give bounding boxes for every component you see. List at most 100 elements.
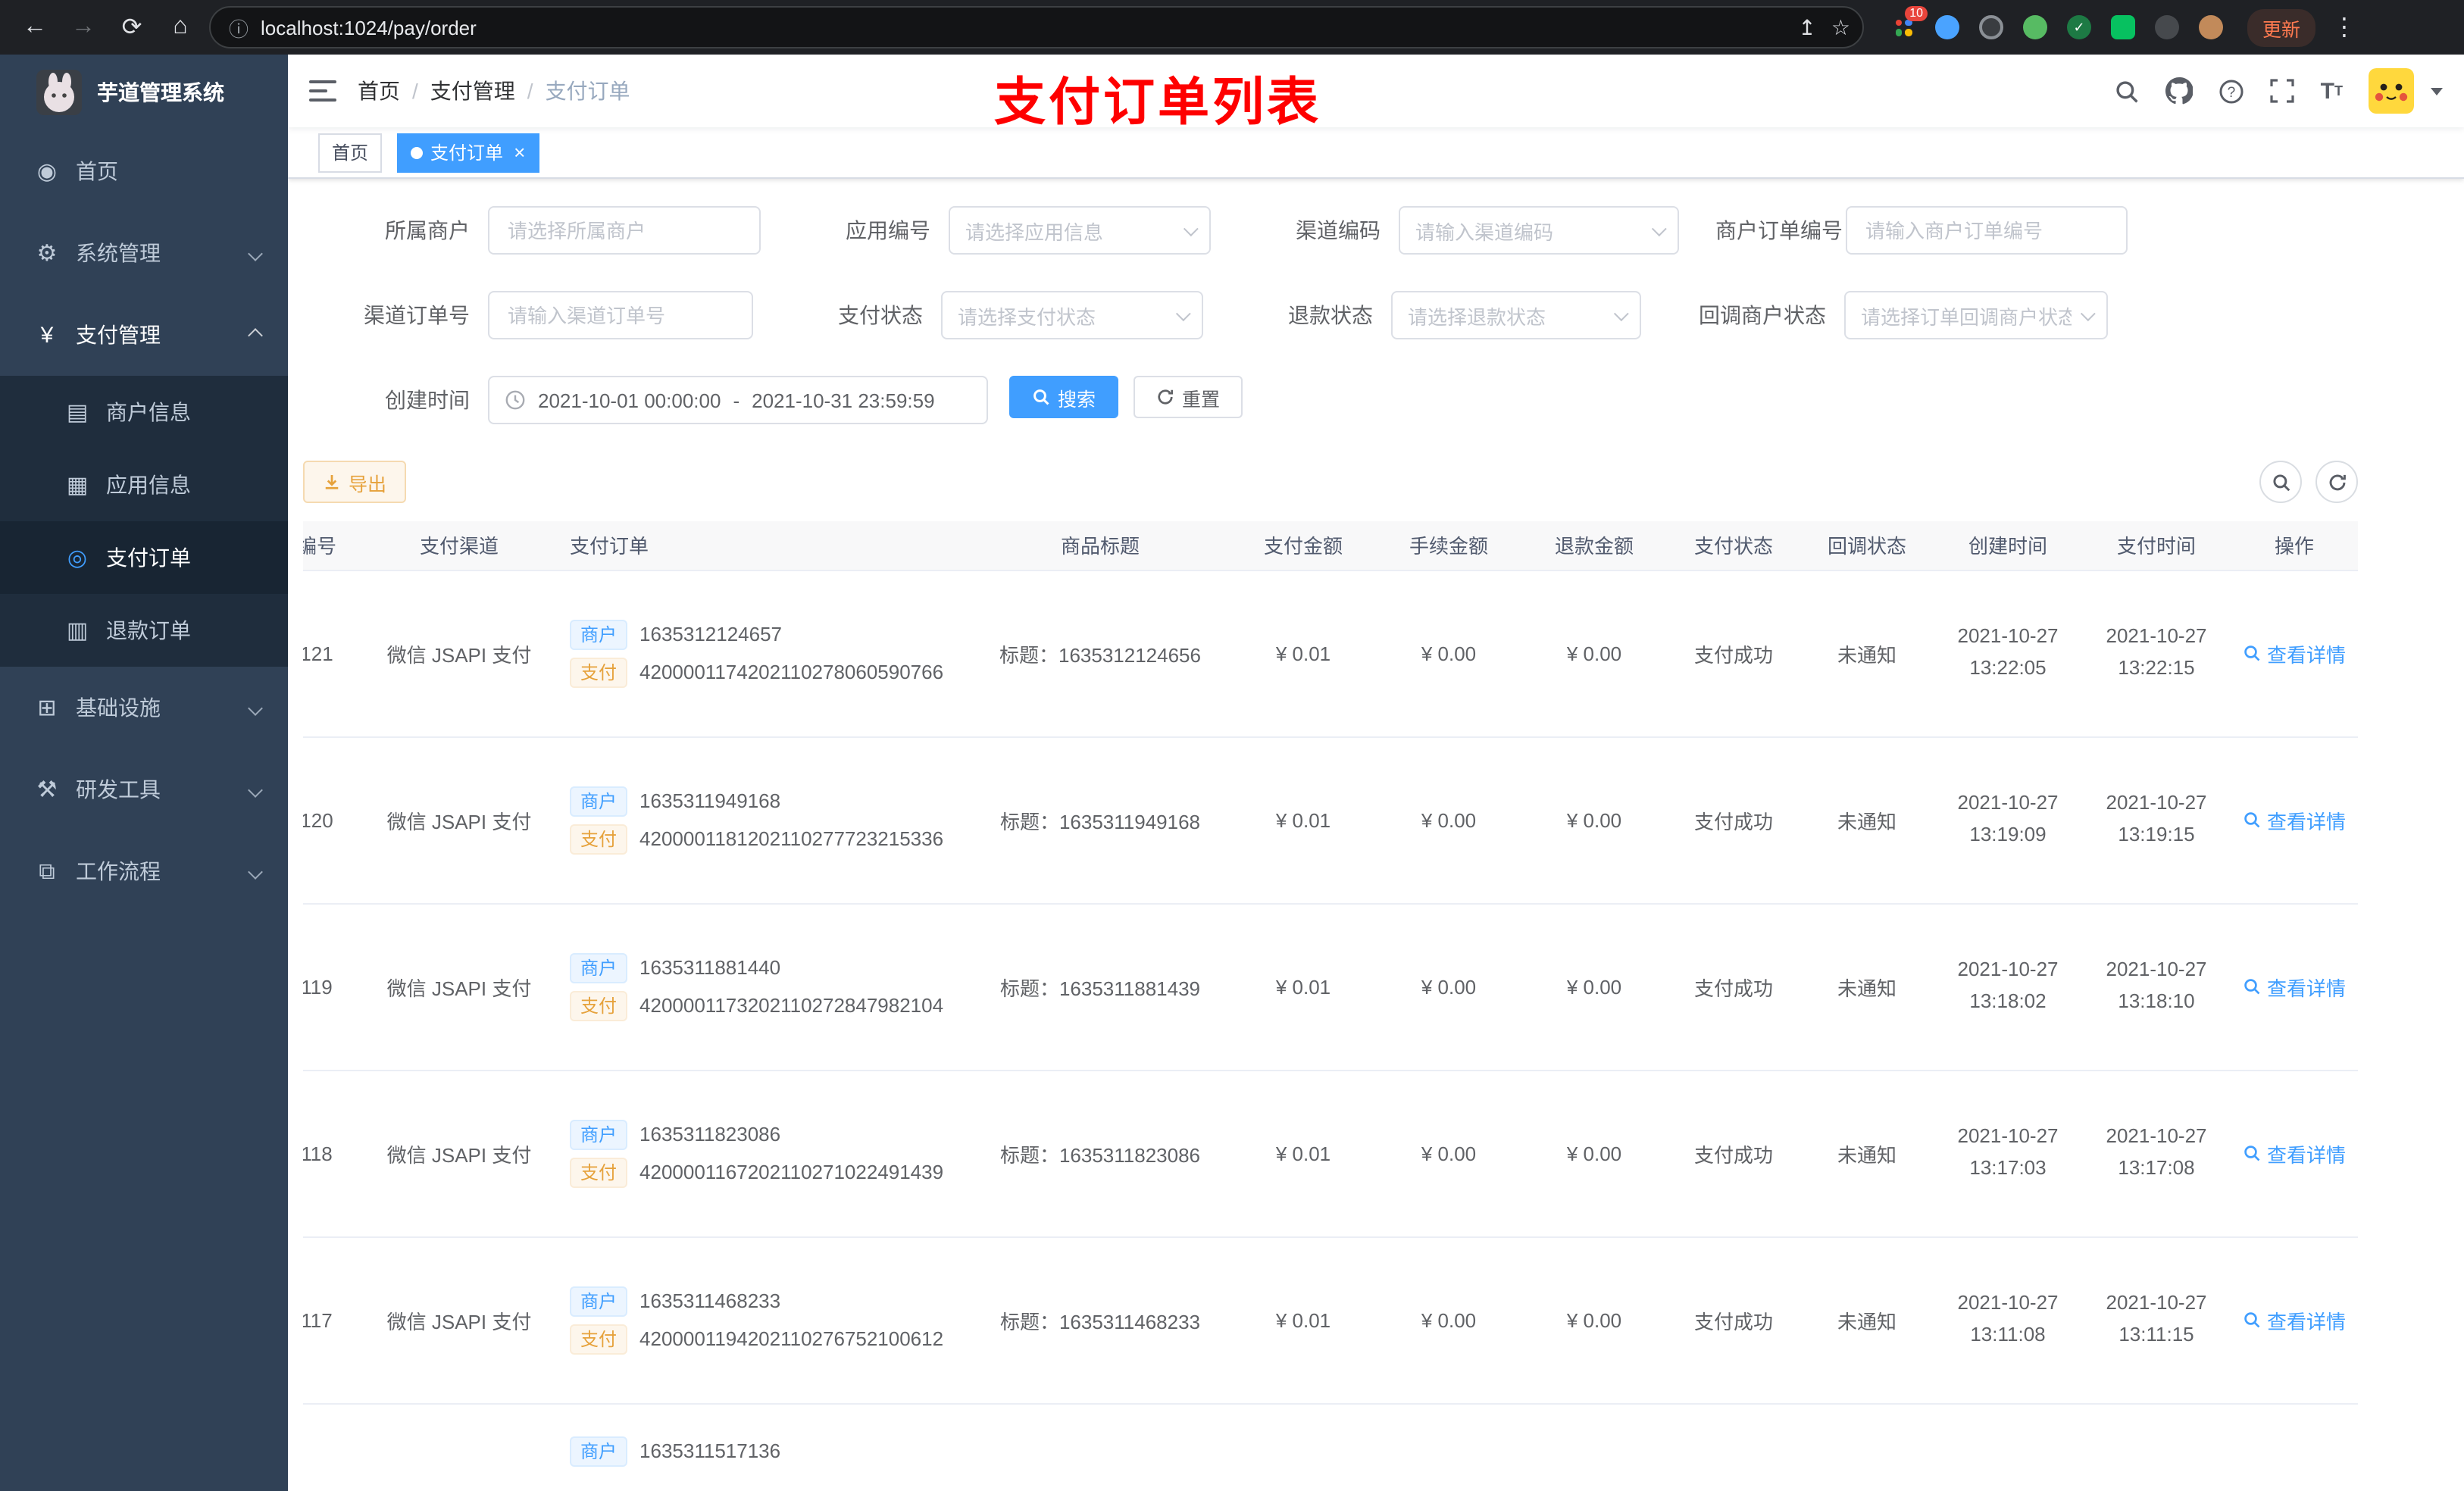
- create-time: 2021-10-27: [1957, 958, 2059, 981]
- tab-close-icon[interactable]: ×: [514, 142, 525, 162]
- sidebar-item-infrastructure[interactable]: ⊞ 基础设施: [0, 667, 288, 749]
- view-detail-link[interactable]: 查看详情: [2243, 805, 2346, 834]
- clock-icon: [505, 390, 525, 410]
- pay-status: 支付成功: [1693, 1310, 1773, 1333]
- sidebar-item-dev-tools[interactable]: ⚒ 研发工具: [0, 749, 288, 830]
- sidebar-item-payment[interactable]: ¥ 支付管理: [0, 294, 288, 376]
- avatar[interactable]: [2369, 68, 2414, 114]
- sidebar-item-home[interactable]: ◉ 首页: [0, 130, 288, 212]
- sidebar-item-pay-order[interactable]: ◎ 支付订单: [0, 521, 288, 594]
- back-icon[interactable]: ←: [15, 8, 55, 47]
- target-icon: ◎: [67, 545, 88, 571]
- create-time: 2021-10-27: [1957, 624, 2059, 648]
- sidebar-toggle-icon[interactable]: [288, 79, 358, 103]
- sidebar-item-workflow[interactable]: ⧉ 工作流程: [0, 830, 288, 912]
- help-icon[interactable]: ?: [2219, 78, 2245, 104]
- pay-time: 2021-10-27: [2106, 958, 2207, 981]
- browser-menu-icon[interactable]: ⋮: [2325, 8, 2364, 47]
- merchant-order-no-input[interactable]: [1846, 206, 2128, 255]
- extension-icon[interactable]: [2108, 12, 2138, 42]
- view-detail-link[interactable]: 查看详情: [2243, 1305, 2346, 1334]
- chevron-down-icon: [1175, 305, 1191, 321]
- refresh-table-button[interactable]: [2315, 461, 2358, 503]
- product-title: 标题：1635311468233: [999, 1310, 1201, 1333]
- tab-home[interactable]: 首页: [318, 133, 383, 172]
- create-time-range-picker[interactable]: 2021-10-01 00:00:00 - 2021-10-31 23:59:5…: [488, 376, 988, 424]
- chevron-down-icon: [1651, 220, 1667, 236]
- col-header: 支付金额: [1230, 521, 1376, 570]
- date-start: 2021-10-01 00:00:00: [538, 389, 721, 411]
- github-icon[interactable]: [2165, 77, 2194, 105]
- channel-code-select[interactable]: 请输入渠道编码: [1399, 206, 1679, 255]
- browser-update-button[interactable]: 更新: [2247, 8, 2316, 46]
- gear-icon: ⚙: [36, 241, 58, 267]
- pay-status: 支付成功: [1693, 643, 1773, 666]
- extension-icon[interactable]: ✓: [2064, 12, 2094, 42]
- extension-icon[interactable]: [1932, 12, 1962, 42]
- channel-order-no-input[interactable]: [488, 291, 753, 339]
- refund-amount: ¥ 0.00: [1566, 975, 1622, 998]
- channel-pay-no: 4200001173202110272847982104: [639, 994, 944, 1017]
- search-icon[interactable]: [2115, 78, 2140, 104]
- sidebar-item-refund-order[interactable]: ▥ 退款订单: [0, 594, 288, 667]
- url-bar[interactable]: ⓘ localhost:1024/pay/order ↥ ☆: [209, 6, 1864, 48]
- product-title: 标题：1635312124656: [999, 643, 1201, 666]
- app-id-select[interactable]: 请选择应用信息: [949, 206, 1211, 255]
- bookmark-star-icon[interactable]: ☆: [1831, 14, 1850, 40]
- search-button[interactable]: 搜索: [1009, 376, 1119, 418]
- filter-label: 渠道订单号: [364, 303, 470, 327]
- logo: 芋道管理系统: [0, 55, 288, 130]
- pay-channel: 微信 JSAPI 支付: [386, 1310, 532, 1333]
- breadcrumb-home[interactable]: 首页: [358, 76, 400, 106]
- fullscreen-icon[interactable]: [2271, 79, 2295, 103]
- document-icon: ▥: [66, 618, 89, 644]
- col-header: 编号: [303, 521, 370, 570]
- table-toolbar: 导出: [303, 461, 2358, 503]
- forward-icon[interactable]: →: [64, 8, 103, 47]
- pay-status-select[interactable]: 请选择支付状态: [941, 291, 1203, 339]
- share-icon[interactable]: ↥: [1798, 14, 1815, 40]
- sidebar-item-app-info[interactable]: ▦ 应用信息: [0, 449, 288, 521]
- order-id: 120: [303, 808, 333, 831]
- pay-tag: 支付: [570, 990, 628, 1021]
- pay-channel: 微信 JSAPI 支付: [386, 643, 532, 666]
- merchant-order-no: 1635311517136: [639, 1439, 781, 1462]
- col-header: 回调状态: [1800, 521, 1934, 570]
- pay-tag: 支付: [570, 824, 628, 854]
- caret-down-icon[interactable]: [2431, 87, 2443, 95]
- home-icon[interactable]: ⌂: [161, 8, 200, 47]
- sidebar-item-merchant-info[interactable]: ▤ 商户信息: [0, 376, 288, 449]
- view-detail-link[interactable]: 查看详情: [2243, 639, 2346, 667]
- reset-button[interactable]: 重置: [1134, 376, 1243, 418]
- col-header: 商品标题: [970, 521, 1230, 570]
- url-text: localhost:1024/pay/order: [261, 16, 477, 39]
- sidebar-item-system[interactable]: ⚙ 系统管理: [0, 212, 288, 294]
- fee-amount: ¥ 0.00: [1421, 642, 1477, 664]
- breadcrumb: 首页 / 支付管理 / 支付订单: [358, 76, 630, 106]
- extension-icon[interactable]: [1976, 12, 2006, 42]
- view-icon: [2244, 979, 2260, 995]
- extension-icon[interactable]: [2152, 12, 2182, 42]
- refresh-icon: [1158, 389, 1174, 405]
- tab-pay-order[interactable]: 支付订单 ×: [397, 133, 539, 172]
- breadcrumb-pay-management[interactable]: 支付管理: [430, 76, 515, 106]
- merchant-filter-input[interactable]: [488, 206, 761, 255]
- view-detail-link[interactable]: 查看详情: [2243, 1139, 2346, 1167]
- refund-status-select[interactable]: 请选择退款状态: [1391, 291, 1641, 339]
- extension-icon[interactable]: [2020, 12, 2050, 42]
- toggle-search-button[interactable]: [2259, 461, 2302, 503]
- view-detail-link[interactable]: 查看详情: [2243, 972, 2346, 1001]
- product-title: 标题：1635311949168: [999, 810, 1201, 833]
- notify-status-select[interactable]: 请选择订单回调商户状态: [1844, 291, 2108, 339]
- extension-icon[interactable]: [2196, 12, 2226, 42]
- export-button[interactable]: 导出: [303, 461, 407, 503]
- merchant-tag: 商户: [570, 952, 628, 983]
- site-info-icon[interactable]: ⓘ: [229, 13, 249, 42]
- chevron-down-icon: [2080, 305, 2096, 321]
- extensions-grid-icon[interactable]: 10: [1888, 6, 1928, 42]
- chevron-down-icon: [1183, 220, 1199, 236]
- filter-label: 商户订单编号: [1715, 218, 1843, 242]
- reload-icon[interactable]: ⟳: [112, 8, 152, 47]
- font-size-icon[interactable]: TT: [2321, 78, 2343, 104]
- grid-icon: ▦: [66, 473, 89, 499]
